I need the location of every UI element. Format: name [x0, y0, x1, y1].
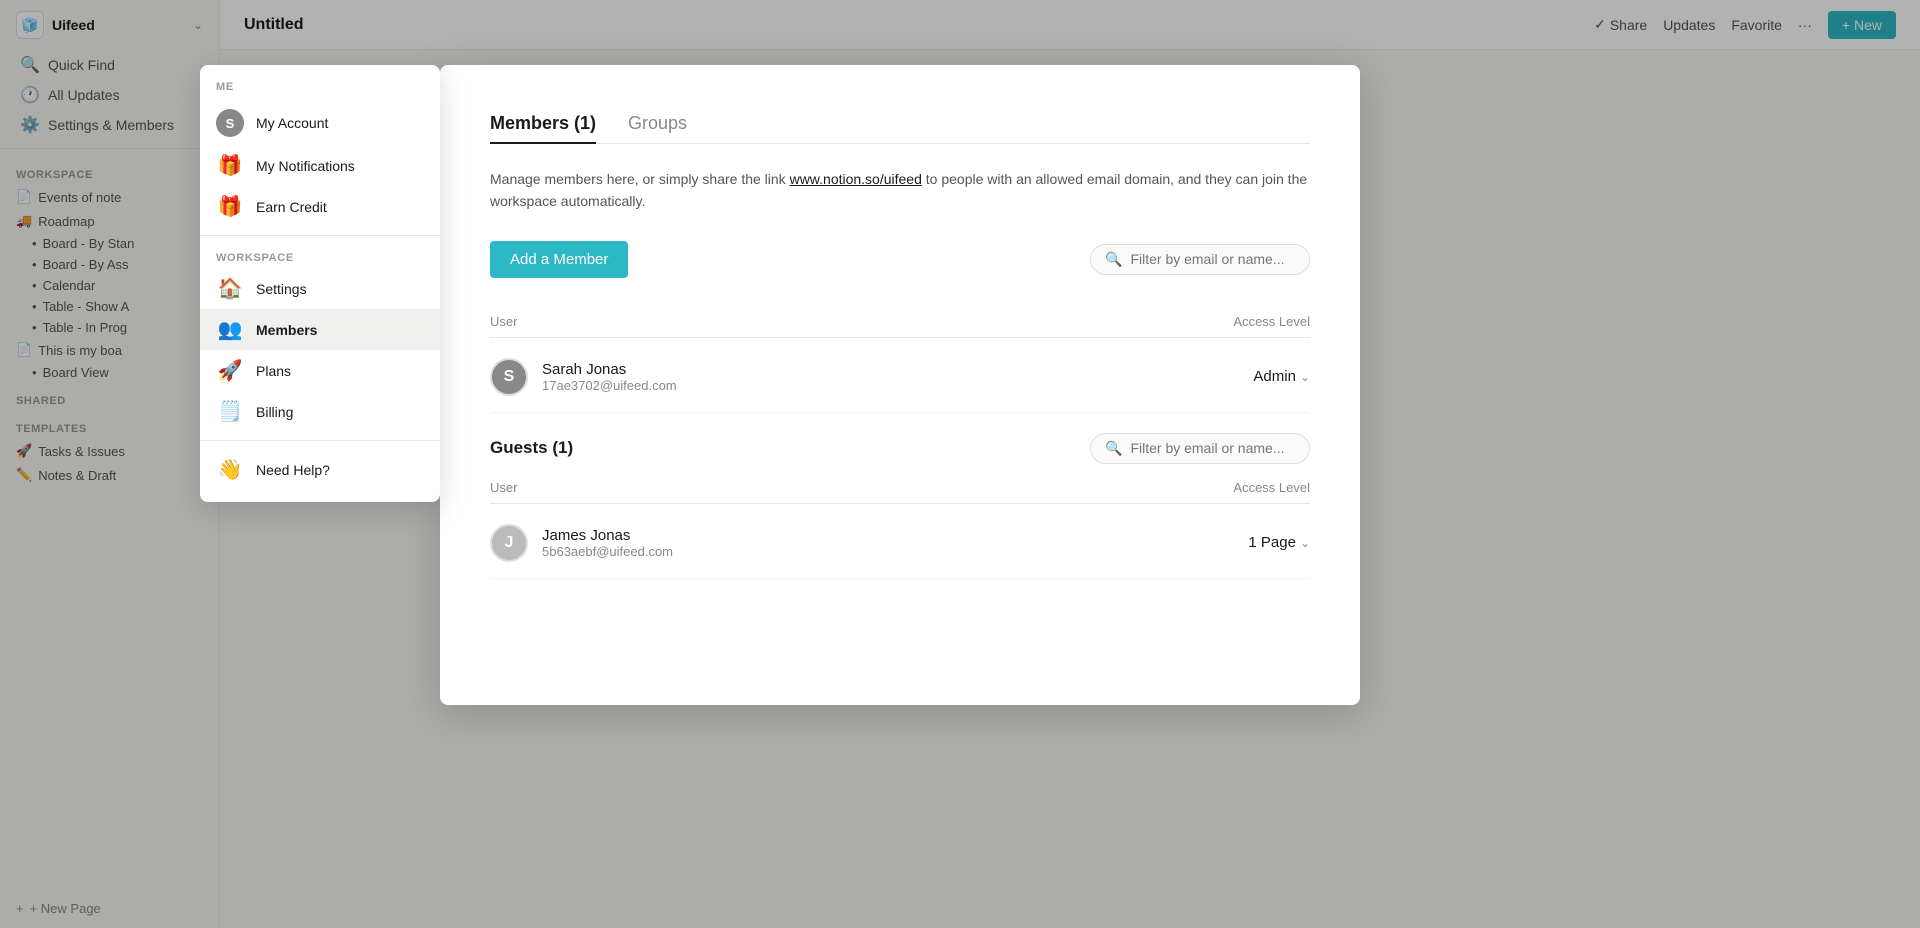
workspace-section-label: WORKSPACE	[200, 244, 440, 268]
billing-item[interactable]: 🗒️ Billing	[200, 391, 440, 432]
guest-row: J James Jonas 5b63aebf@uifeed.com 1 Page…	[490, 508, 1310, 579]
members-icon: 👥	[216, 317, 244, 342]
plans-label: Plans	[256, 363, 291, 379]
billing-icon: 🗒️	[216, 399, 244, 424]
guest-access-level[interactable]: 1 Page ⌄	[1248, 534, 1310, 551]
plans-icon: 🚀	[216, 358, 244, 383]
guest-filter-wrap[interactable]: 🔍	[1090, 433, 1310, 464]
workspace-link[interactable]: www.notion.so/uifeed	[790, 171, 922, 187]
guest-avatar: J	[490, 524, 528, 562]
modal-tabs: Members (1) Groups	[490, 105, 1310, 144]
modal-actions: Add a Member 🔍	[490, 241, 1310, 278]
member-email: 17ae3702@uifeed.com	[542, 378, 677, 393]
my-account-label: My Account	[256, 115, 328, 131]
earn-credit-icon: 🎁	[216, 194, 244, 219]
my-notifications-label: My Notifications	[256, 158, 355, 174]
guest-user-info: J James Jonas 5b63aebf@uifeed.com	[490, 524, 673, 562]
members-modal: Members (1) Groups Manage members here, …	[440, 65, 1360, 705]
add-member-button[interactable]: Add a Member	[490, 241, 628, 278]
settings-icon: 🏠	[216, 276, 244, 301]
member-access-level[interactable]: Admin ⌄	[1253, 368, 1310, 385]
member-filter-wrap[interactable]: 🔍	[1090, 244, 1310, 275]
members-label: Members	[256, 322, 317, 338]
search-icon: 🔍	[1105, 440, 1122, 457]
notifications-icon: 🎁	[216, 153, 244, 178]
guests-table-header: User Access Level	[490, 472, 1310, 504]
guests-user-column-header: User	[490, 480, 517, 495]
guest-access-label: 1 Page	[1248, 534, 1296, 551]
divider2	[200, 440, 440, 441]
me-section-label: ME	[200, 77, 440, 101]
member-row: S Sarah Jonas 17ae3702@uifeed.com Admin …	[490, 342, 1310, 413]
guest-email: 5b63aebf@uifeed.com	[542, 544, 673, 559]
search-icon: 🔍	[1105, 251, 1122, 268]
member-avatar: S	[490, 358, 528, 396]
modal-description: Manage members here, or simply share the…	[490, 168, 1310, 213]
billing-label: Billing	[256, 404, 293, 420]
my-account-item[interactable]: S My Account	[200, 101, 440, 145]
settings-label: Settings	[256, 281, 307, 297]
settings-item[interactable]: 🏠 Settings	[200, 268, 440, 309]
tab-groups[interactable]: Groups	[628, 105, 687, 144]
member-name: Sarah Jonas	[542, 361, 677, 378]
guest-details: James Jonas 5b63aebf@uifeed.com	[542, 527, 673, 559]
chevron-down-icon: ⌄	[1300, 370, 1310, 384]
access-label: Admin	[1253, 368, 1296, 385]
account-avatar: S	[216, 109, 244, 137]
dropdown-menu: ME S My Account 🎁 My Notifications 🎁 Ear…	[200, 65, 440, 502]
plans-item[interactable]: 🚀 Plans	[200, 350, 440, 391]
access-column-header: Access Level	[1233, 314, 1310, 329]
members-item[interactable]: 👥 Members	[200, 309, 440, 350]
member-details: Sarah Jonas 17ae3702@uifeed.com	[542, 361, 677, 393]
guest-filter-input[interactable]	[1130, 440, 1290, 456]
member-user-info: S Sarah Jonas 17ae3702@uifeed.com	[490, 358, 677, 396]
earn-credit-label: Earn Credit	[256, 199, 327, 215]
divider	[200, 235, 440, 236]
guests-title: Guests (1)	[490, 438, 573, 458]
need-help-item[interactable]: 👋 Need Help?	[200, 449, 440, 490]
members-table-header: User Access Level	[490, 306, 1310, 338]
member-filter-input[interactable]	[1130, 251, 1290, 267]
earn-credit-item[interactable]: 🎁 Earn Credit	[200, 186, 440, 227]
guests-access-column-header: Access Level	[1233, 480, 1310, 495]
chevron-down-icon: ⌄	[1300, 536, 1310, 550]
guests-header: Guests (1) 🔍	[490, 433, 1310, 464]
help-icon: 👋	[216, 457, 244, 482]
tab-members[interactable]: Members (1)	[490, 105, 596, 144]
need-help-label: Need Help?	[256, 462, 330, 478]
user-column-header: User	[490, 314, 517, 329]
my-notifications-item[interactable]: 🎁 My Notifications	[200, 145, 440, 186]
guest-name: James Jonas	[542, 527, 673, 544]
